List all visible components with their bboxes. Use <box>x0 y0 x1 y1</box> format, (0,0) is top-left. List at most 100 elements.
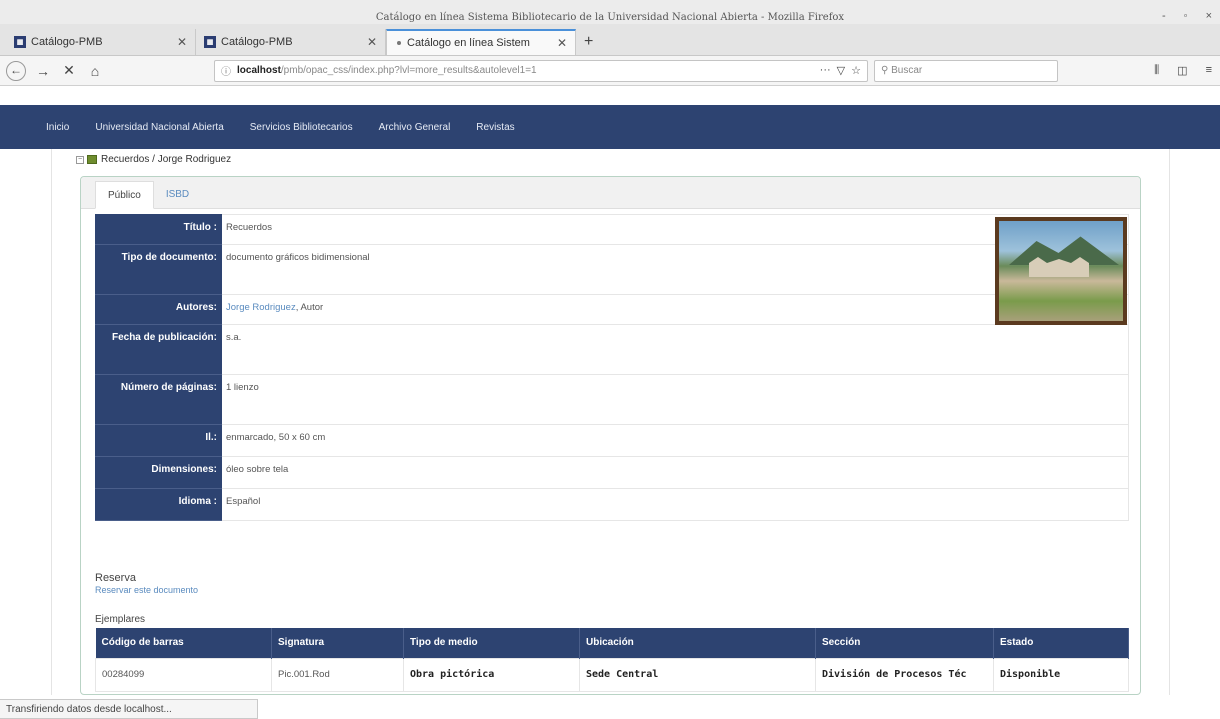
window-controls: - ◦ × <box>1162 10 1212 22</box>
field-row: Fecha de publicación: s.a. <box>95 324 1129 375</box>
cell-signatura: Pic.001.Rod <box>271 657 404 692</box>
column-header: Sección <box>815 628 994 658</box>
divider <box>51 149 52 695</box>
bookmark-star-icon[interactable]: ☆ <box>851 64 861 77</box>
search-input[interactable]: ⚲ Buscar <box>874 59 1058 82</box>
search-icon: ⚲ <box>881 65 892 76</box>
divider <box>1169 149 1170 695</box>
tab-label: Catálogo-PMB <box>221 36 293 48</box>
tab-catalogo-2[interactable]: ▦ Catálogo-PMB ✕ <box>196 29 386 55</box>
minimize-button[interactable]: - <box>1162 10 1166 22</box>
tab-catalogo-1[interactable]: ▦ Catálogo-PMB ✕ <box>6 29 196 55</box>
sidebar-icon[interactable]: ◫ <box>1177 64 1187 77</box>
field-value: s.a. <box>221 324 1129 375</box>
cell-barcode: 00284099 <box>95 657 272 692</box>
record-tabs: Público ISBD <box>81 177 1140 209</box>
field-value: Español <box>221 488 1129 521</box>
pocket-icon[interactable]: ▽ <box>837 64 845 77</box>
table-header-row: Código de barras Signatura Tipo de medio… <box>95 628 1129 658</box>
field-row: Idioma : Español <box>95 488 1129 521</box>
field-label: Autores: <box>95 294 222 325</box>
nav-inicio[interactable]: Inicio <box>46 122 69 133</box>
cell-seccion: División de Procesos Téc <box>815 657 994 692</box>
search-placeholder: Buscar <box>891 65 923 76</box>
ejemplares-heading: Ejemplares <box>95 614 146 625</box>
field-row: Il.: enmarcado, 50 x 60 cm <box>95 424 1129 457</box>
field-value: 1 lienzo <box>221 374 1129 425</box>
maximize-button[interactable]: ◦ <box>1184 10 1188 22</box>
field-value: óleo sobre tela <box>221 456 1129 489</box>
painting-image <box>999 221 1123 321</box>
nav-archivo[interactable]: Archivo General <box>379 122 451 133</box>
page-actions-icon[interactable]: ··· <box>820 64 831 77</box>
column-header: Signatura <box>271 628 404 658</box>
pmb-favicon-icon: ▦ <box>14 36 26 48</box>
reservar-link[interactable]: Reservar este documento <box>95 585 198 595</box>
column-header: Ubicación <box>579 628 816 658</box>
back-button[interactable]: ← <box>6 60 26 81</box>
book-icon <box>87 155 97 164</box>
url-bar[interactable]: ⓘ localhost /pmb/opac_css/index.php?lvl=… <box>214 59 868 82</box>
menu-icon[interactable]: ≡ <box>1206 64 1212 77</box>
loading-dot-icon <box>397 41 401 45</box>
cell-tipo-medio: Obra pictórica <box>403 657 580 692</box>
nav-revistas[interactable]: Revistas <box>476 122 514 133</box>
status-bar: Transfiriendo datos desde localhost... <box>0 699 258 719</box>
field-label: Número de páginas: <box>95 374 222 425</box>
column-header: Código de barras <box>95 628 272 658</box>
field-row: Número de páginas: 1 lienzo <box>95 374 1129 425</box>
field-value: Jorge Rodriguez, Autor <box>221 294 1129 325</box>
navigation-toolbar: ← → ✕ ⌂ ⓘ localhost /pmb/opac_css/index.… <box>0 56 1220 86</box>
new-tab-button[interactable]: + <box>576 33 601 55</box>
close-window-button[interactable]: × <box>1206 10 1212 22</box>
reserva-section: Reserva Reservar este documento <box>95 572 198 595</box>
nav-universidad[interactable]: Universidad Nacional Abierta <box>95 122 223 133</box>
field-label: Il.: <box>95 424 222 457</box>
tab-strip: ▦ Catálogo-PMB ✕ ▦ Catálogo-PMB ✕ Catálo… <box>0 24 1220 56</box>
column-header: Estado <box>993 628 1129 658</box>
author-role: , Autor <box>295 302 324 313</box>
field-value: enmarcado, 50 x 60 cm <box>221 424 1129 457</box>
stop-button[interactable]: ✕ <box>60 62 78 79</box>
artwork-thumbnail[interactable] <box>995 217 1127 325</box>
close-tab-icon[interactable]: ✕ <box>177 35 187 49</box>
field-row: Dimensiones: óleo sobre tela <box>95 456 1129 489</box>
site-info-icon[interactable]: ⓘ <box>221 63 231 78</box>
field-value: Recuerdos <box>221 214 1129 245</box>
tab-label: Catálogo en línea Sistem <box>407 37 530 49</box>
collapse-icon[interactable]: − <box>76 155 84 164</box>
field-row: Tipo de documento: documento gráficos bi… <box>95 244 1129 295</box>
pmb-favicon-icon: ▦ <box>204 36 216 48</box>
url-path: /pmb/opac_css/index.php?lvl=more_results… <box>280 65 537 76</box>
field-value: documento gráficos bidimensional <box>221 244 1129 295</box>
tab-label: Catálogo-PMB <box>31 36 103 48</box>
main-content: − Recuerdos / Jorge Rodriguez Público IS… <box>0 149 1220 695</box>
cell-ubicacion: Sede Central <box>579 657 816 692</box>
author-link[interactable]: Jorge Rodriguez <box>226 302 296 313</box>
reserva-heading: Reserva <box>95 572 136 584</box>
tab-catalogo-en-linea[interactable]: Catálogo en línea Sistem ✕ <box>386 29 576 55</box>
record-panel: Público ISBD Título : Recuerdos Tipo de … <box>80 176 1141 695</box>
column-header: Tipo de medio <box>403 628 580 658</box>
field-row: Título : Recuerdos <box>95 214 1129 245</box>
site-navigation: Inicio Universidad Nacional Abierta Serv… <box>0 105 1220 149</box>
nav-servicios[interactable]: Servicios Bibliotecarios <box>250 122 353 133</box>
tab-publico[interactable]: Público <box>95 181 154 209</box>
close-tab-icon[interactable]: ✕ <box>367 35 377 49</box>
field-label: Fecha de publicación: <box>95 324 222 375</box>
breadcrumb: − Recuerdos / Jorge Rodriguez <box>76 154 231 165</box>
record-fields-table: Título : Recuerdos Tipo de documento: do… <box>95 214 1129 521</box>
window-title: Catálogo en línea Sistema Bibliotecario … <box>375 12 845 23</box>
breadcrumb-text: Recuerdos / Jorge Rodriguez <box>101 154 232 165</box>
tab-isbd[interactable]: ISBD <box>154 180 201 208</box>
field-label: Idioma : <box>95 488 222 521</box>
table-row: 00284099 Pic.001.Rod Obra pictórica Sede… <box>95 657 1129 692</box>
close-tab-icon[interactable]: ✕ <box>557 36 567 50</box>
cell-estado: Disponible <box>993 657 1129 692</box>
field-label: Dimensiones: <box>95 456 222 489</box>
field-label: Título : <box>95 214 222 245</box>
forward-button[interactable]: → <box>34 63 52 79</box>
home-button[interactable]: ⌂ <box>86 63 104 79</box>
field-row: Autores: Jorge Rodriguez, Autor <box>95 294 1129 325</box>
library-icon[interactable]: ⫼ <box>1154 64 1159 77</box>
